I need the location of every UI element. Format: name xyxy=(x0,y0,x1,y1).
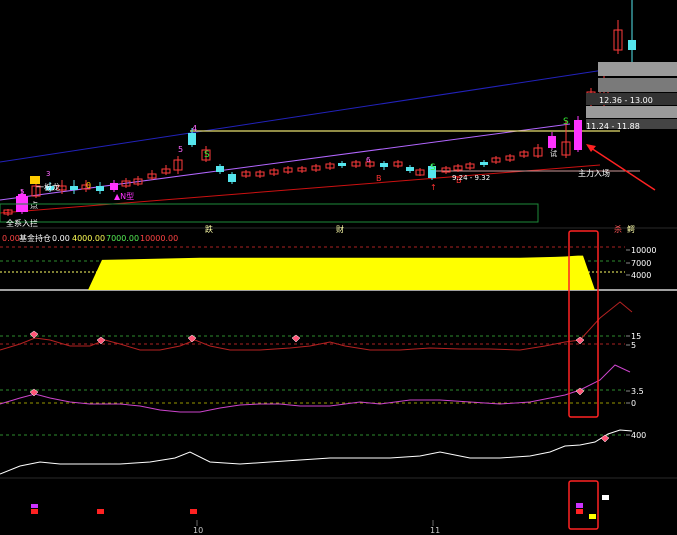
white-line xyxy=(0,429,633,475)
candle-body xyxy=(110,183,118,190)
fund-value-2: 7000.00 xyxy=(106,234,139,243)
arrow-up-mark: ↑ xyxy=(430,183,437,192)
candle-body xyxy=(216,166,224,172)
num-label-5: 5 xyxy=(178,145,183,154)
x-tick-label: 10 xyxy=(193,526,203,535)
osc1-axis: 155 xyxy=(626,332,641,350)
candle-body xyxy=(338,163,346,166)
signal-square xyxy=(97,509,104,514)
fund-value-0: 0.00 xyxy=(52,234,70,243)
bottom-label-right-2: 鳄 xyxy=(627,224,635,234)
num-label-0: 0 xyxy=(86,181,91,190)
sell-tag-1: S xyxy=(204,150,210,160)
left-tag-3: ▲N型 xyxy=(114,192,134,201)
candle-body xyxy=(96,186,104,191)
diamond-icon xyxy=(600,434,610,443)
diamond-icon xyxy=(29,330,39,339)
right-small-label: 试 xyxy=(550,149,557,158)
candle-body xyxy=(380,163,388,167)
axis-tick-label: 5 xyxy=(631,341,636,350)
fund-value-3: 10000.00 xyxy=(140,234,178,243)
diamond-icon xyxy=(291,334,301,343)
x-tick-label: 11 xyxy=(430,526,440,535)
price-box-upper-2 xyxy=(598,78,677,92)
bottom-label-left: 全系入拦 xyxy=(6,218,38,228)
axis-tick-label: 7000 xyxy=(631,259,651,268)
candle-body xyxy=(70,186,78,190)
axis-tick-label: 3.5 xyxy=(631,387,644,396)
chart-canvas: 12.36 - 13.00 11.24 - 11.88 一板龙 点 ▲N型 4 … xyxy=(0,0,677,535)
axis-tick-label: 400 xyxy=(631,431,646,440)
fund-area xyxy=(0,255,595,290)
signal-square xyxy=(31,509,38,514)
bottom-label-right-1: 杀 xyxy=(614,224,622,234)
signal-square xyxy=(589,514,596,519)
osc2-line xyxy=(0,364,631,413)
num-label-3: 3 xyxy=(46,170,50,178)
diamond-markers xyxy=(29,330,610,443)
bottom-label-mid-2: 财 xyxy=(336,224,344,234)
price-box-lower xyxy=(586,106,677,118)
signal-square xyxy=(576,503,583,508)
signal-square xyxy=(602,495,609,500)
sell-tag-2: S xyxy=(430,163,436,173)
signal-square xyxy=(190,509,197,514)
candle-body xyxy=(406,167,414,171)
price-boxes: 12.36 - 13.00 11.24 - 11.88 xyxy=(586,62,677,131)
signal-square xyxy=(31,504,38,508)
price-box-upper xyxy=(598,62,677,76)
osc1-ref-lines xyxy=(0,335,625,345)
left-tag-1: 一板龙 xyxy=(36,182,60,192)
bottom-label-mid-1: 跌 xyxy=(205,224,213,234)
candle-body xyxy=(228,174,236,182)
candle-body xyxy=(188,133,196,145)
axis-tick-label: 15 xyxy=(631,332,641,341)
fund-prefix-value: 0.00 xyxy=(2,234,20,243)
axis-tick-label: 10000 xyxy=(631,246,656,255)
candle-body xyxy=(628,40,636,50)
diamond-icon xyxy=(575,336,585,345)
osc2-ref-lines xyxy=(0,389,625,404)
left-tag-2: 点 xyxy=(30,201,38,210)
osc2-axis: 3.50 xyxy=(626,387,644,408)
bottom-signals xyxy=(31,495,609,519)
fund-axis: 10000 7000 4000 xyxy=(626,246,656,280)
axis-tick-label: 0 xyxy=(631,399,636,408)
candle-body xyxy=(548,136,556,148)
num-label-4: 4 xyxy=(192,124,197,133)
fund-value-1: 4000.00 xyxy=(72,234,105,243)
candle-body xyxy=(480,162,488,165)
num-label-6: 6 xyxy=(366,156,371,164)
highlight-box-lower xyxy=(568,480,599,530)
candle-body xyxy=(574,120,582,150)
axis-tick-label: 4000 xyxy=(631,271,651,280)
fund-title: 基金持仓 xyxy=(19,233,51,243)
sell-tag-3: S xyxy=(563,117,569,127)
num-label-5b: 5 xyxy=(20,188,24,196)
entry-label: 主力入场 xyxy=(578,168,610,178)
entry-arrow xyxy=(586,144,656,191)
candlesticks xyxy=(3,0,636,216)
range-label: 9.24 - 9.32 xyxy=(452,174,490,182)
price-box-label-2: 11.24 - 11.88 xyxy=(586,122,640,131)
line-axis: 400 xyxy=(626,431,646,440)
buy-tag-1: B xyxy=(376,174,382,183)
fund-panel-header: 0.00 基金持仓 0.00 4000.00 7000.00 10000.00 xyxy=(2,233,178,243)
x-axis: 10 11 xyxy=(193,520,440,535)
signal-square xyxy=(576,509,583,514)
price-box-label-1: 12.36 - 13.00 xyxy=(599,96,653,105)
osc1-line xyxy=(0,301,633,351)
